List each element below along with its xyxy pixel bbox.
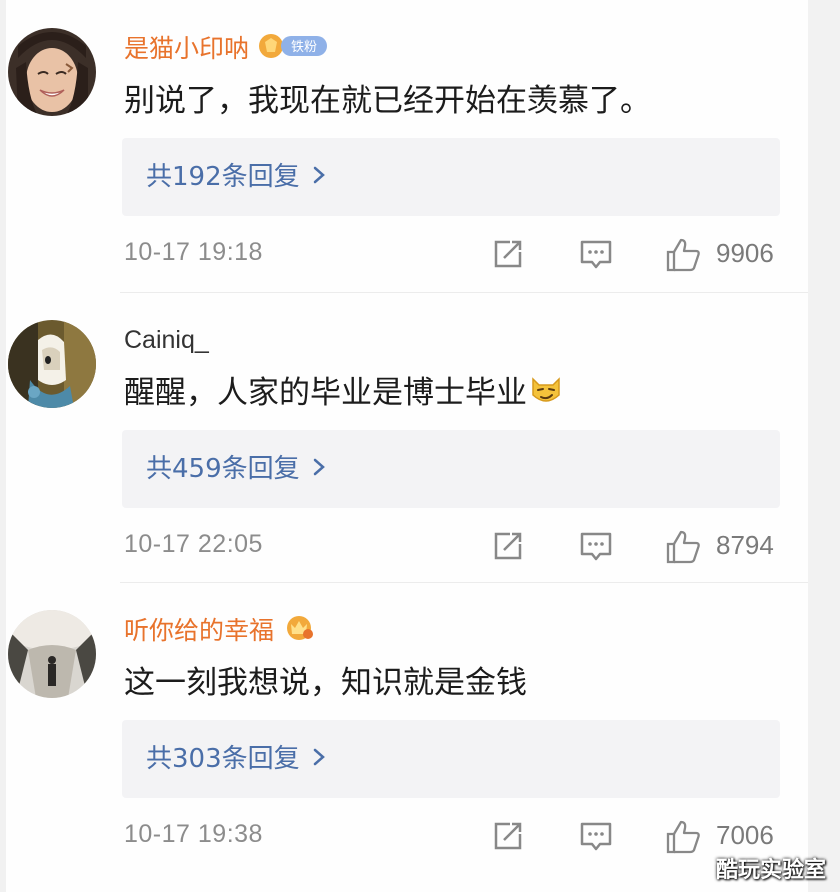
thumbs-up-icon[interactable] (664, 818, 700, 854)
thumbs-up-icon[interactable] (664, 236, 700, 272)
username[interactable]: 听你给的幸福 (124, 614, 316, 650)
watermark: 酷玩实验室 (715, 858, 826, 883)
timestamp: 10-17 19:38 (124, 820, 263, 848)
chevron-right-icon (312, 742, 326, 776)
replies-box[interactable]: 共303条回复 (122, 720, 780, 798)
view-replies-link[interactable]: 共192条回复 (146, 160, 326, 194)
replies-box[interactable]: 共459条回复 (122, 430, 780, 508)
timestamp: 10-17 22:05 (124, 530, 263, 558)
chevron-right-icon (312, 160, 326, 194)
username[interactable]: 是猫小印呐 铁粉 (124, 32, 329, 68)
comment-item: 是猫小印呐 铁粉 别说了，我现在就已经开始在羡慕了。 共192条回复 10-17… (0, 0, 808, 293)
replies-box[interactable]: 共192条回复 (122, 138, 780, 216)
view-replies-link[interactable]: 共459条回复 (146, 452, 326, 486)
smirk-emoji-icon (529, 373, 563, 418)
comment-icon[interactable] (578, 528, 614, 564)
chevron-right-icon (312, 452, 326, 486)
comment-item: Cainiq_ 醒醒，人家的毕业是博士毕业 共459条回复 10-17 22:0… (0, 292, 808, 584)
comment-text-content: 醒醒，人家的毕业是博士毕业 (124, 375, 527, 411)
username-text[interactable]: 是猫小印呐 (124, 34, 249, 63)
comment-meta: 10-17 19:18 9906 (124, 236, 780, 276)
avatar[interactable] (8, 610, 96, 698)
timestamp: 10-17 19:18 (124, 238, 263, 266)
comment-icon[interactable] (578, 818, 614, 854)
like-count[interactable]: 7006 (716, 820, 774, 851)
comment-meta: 10-17 19:38 7006 (124, 818, 780, 858)
comment-icon[interactable] (578, 236, 614, 272)
like-count[interactable]: 9906 (716, 238, 774, 269)
view-replies-link[interactable]: 共303条回复 (146, 742, 326, 776)
svg-text:铁粉: 铁粉 (291, 40, 317, 55)
avatar[interactable] (8, 28, 96, 116)
repost-icon[interactable] (490, 818, 526, 854)
repost-icon[interactable] (490, 236, 526, 272)
repost-icon[interactable] (490, 528, 526, 564)
username-text[interactable]: Cainiq_ (124, 326, 209, 354)
comment-meta: 10-17 22:05 8794 (124, 528, 780, 568)
comment-text: 醒醒，人家的毕业是博士毕业 (124, 372, 563, 418)
username[interactable]: Cainiq_ (124, 324, 209, 356)
vip-crown-icon (282, 614, 316, 650)
replies-count[interactable]: 共459条回复 (146, 454, 300, 484)
replies-count[interactable]: 共192条回复 (146, 162, 300, 192)
comment-item: 听你给的幸福 这一刻我想说，知识就是金钱 共303条回复 10-17 19:38… (0, 582, 808, 892)
username-text[interactable]: 听你给的幸福 (124, 616, 274, 645)
like-count[interactable]: 8794 (716, 530, 774, 561)
fan-badge-icon: 铁粉 (257, 32, 329, 68)
thumbs-up-icon[interactable] (664, 528, 700, 564)
comment-text: 这一刻我想说，知识就是金钱 (124, 665, 527, 701)
right-edge (808, 0, 840, 892)
comment-text: 别说了，我现在就已经开始在羡慕了。 (124, 83, 651, 119)
comment-feed: 是猫小印呐 铁粉 别说了，我现在就已经开始在羡慕了。 共192条回复 10-17… (0, 0, 840, 892)
avatar[interactable] (8, 320, 96, 408)
replies-count[interactable]: 共303条回复 (146, 744, 300, 774)
